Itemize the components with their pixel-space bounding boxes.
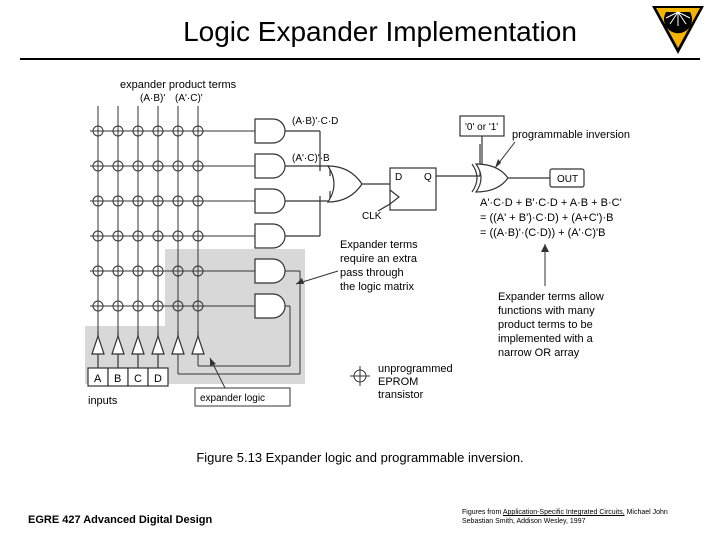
expnote3: pass through — [340, 267, 404, 279]
allow5: narrow OR array — [498, 347, 580, 359]
eq2: = ((A' + B')·C·D) + (A+C')·B — [480, 212, 613, 224]
inputs-label: inputs — [88, 395, 118, 407]
expnote1: Expander terms — [340, 239, 418, 251]
title-rule — [20, 58, 700, 60]
in-c: C — [134, 373, 142, 385]
eq1: A'·C·D + B'·C·D + A·B + B·C' — [480, 197, 622, 209]
clk-label: CLK — [362, 211, 382, 222]
gate-top: (A·B)'·C·D — [292, 116, 338, 127]
expnote2: require an extra — [340, 253, 418, 265]
in-d: D — [154, 373, 162, 385]
expnote4: the logic matrix — [340, 281, 414, 293]
in-b: B — [114, 373, 121, 385]
out-label: OUT — [557, 174, 578, 185]
expprod: expander product terms — [120, 79, 237, 91]
term-ab: (A·B)' — [140, 93, 165, 104]
allow2: functions with many — [498, 305, 595, 317]
allow4: implemented with a — [498, 333, 594, 345]
prog-inv-label: programmable inversion — [512, 129, 630, 141]
page-title: Logic Expander Implementation — [0, 16, 720, 48]
in-a: A — [94, 373, 102, 385]
unprog3: transistor — [378, 389, 424, 401]
footer-book: Application-Specific Integrated Circuits… — [503, 509, 625, 516]
eq3: = ((A·B)'·(C·D)) + (A'·C)'B — [480, 227, 605, 239]
figure-caption: Figure 5.13 Expander logic and programma… — [0, 450, 720, 465]
diagram: D Q CLK '0' or '1' OUT programmab — [60, 76, 660, 436]
footer-right: Figures from Application-Specific Integr… — [462, 509, 692, 526]
allow1: Expander terms allow — [498, 291, 604, 303]
q-label: Q — [424, 172, 432, 183]
allow3: product terms to be — [498, 319, 593, 331]
logo-icon — [650, 2, 706, 58]
slide: Logic Expander Implementation — [0, 0, 720, 540]
d-label: D — [395, 172, 402, 183]
gate-mid: (A'·C)'·B — [292, 153, 330, 164]
unprog2: EPROM — [378, 376, 418, 388]
unprog1: unprogrammed — [378, 363, 453, 375]
footer-left: EGRE 427 Advanced Digital Design — [28, 514, 212, 526]
term-ac: (A'·C)' — [175, 93, 203, 104]
footer-prefix: Figures from — [462, 509, 503, 516]
zero-one-label: '0' or '1' — [465, 122, 498, 133]
explogic: expander logic — [200, 393, 265, 404]
